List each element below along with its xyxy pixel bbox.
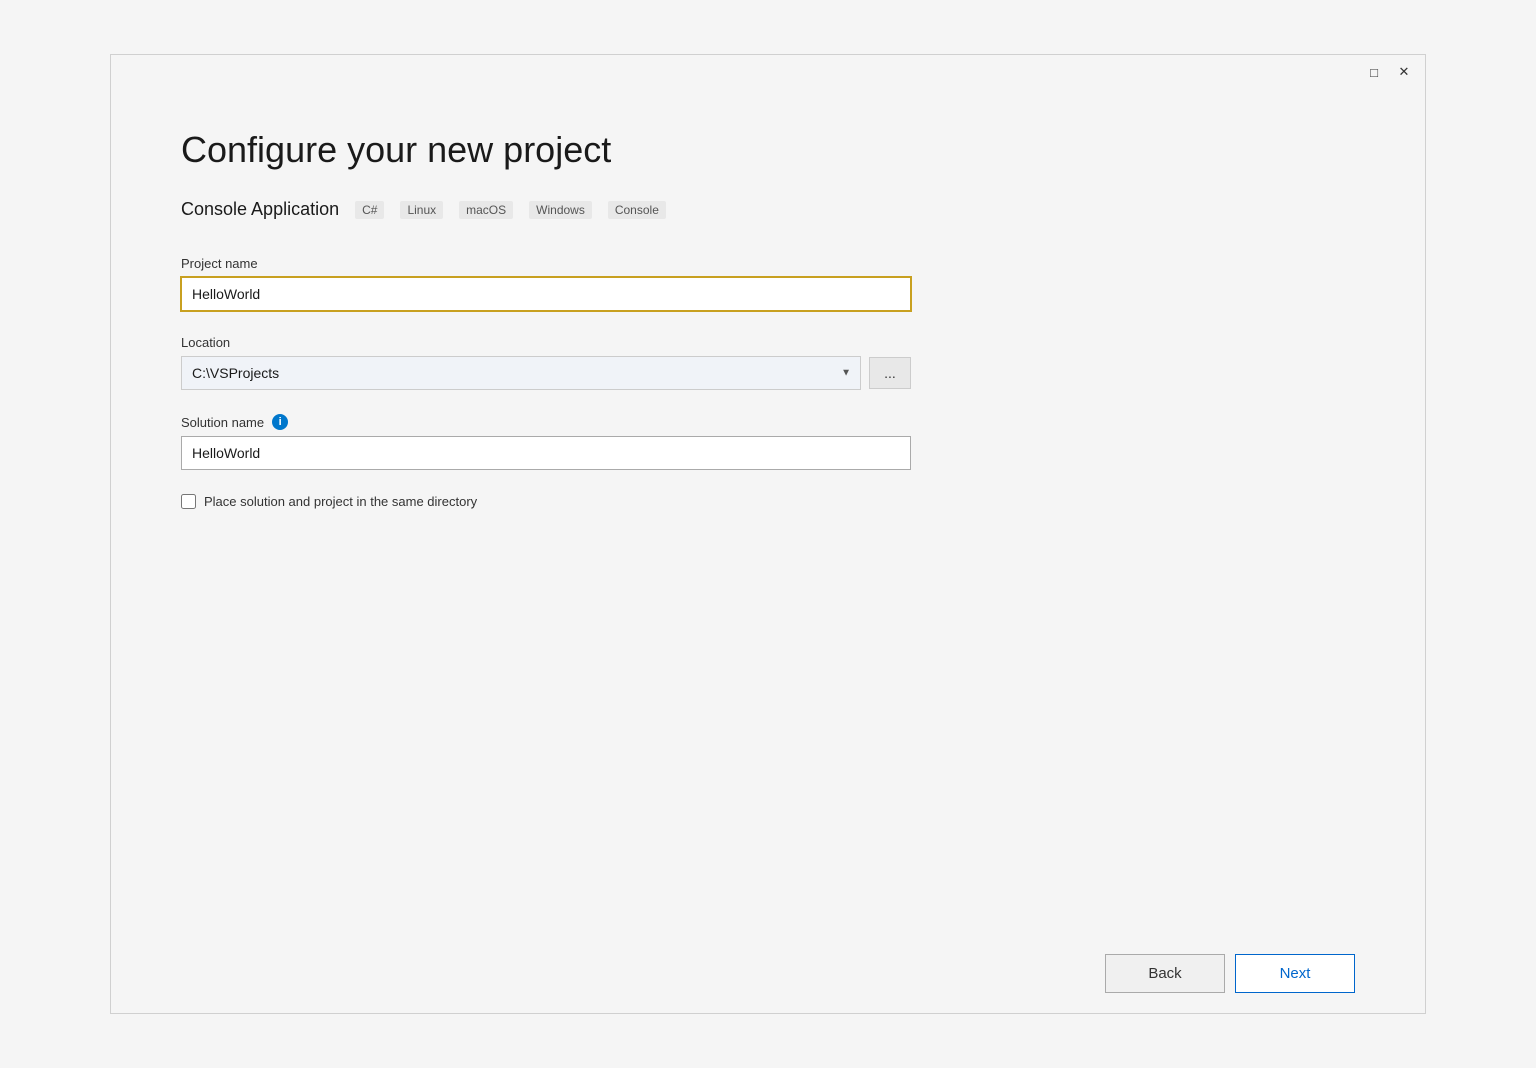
- tag-console: Console: [608, 201, 666, 219]
- location-label: Location: [181, 335, 911, 350]
- project-name-group: Project name: [181, 256, 911, 311]
- location-select-wrapper: C:\VSProjects ▼: [181, 356, 861, 390]
- location-select[interactable]: C:\VSProjects: [181, 356, 861, 390]
- next-button[interactable]: Next: [1235, 954, 1355, 993]
- solution-name-label-row: Solution name i: [181, 414, 911, 430]
- tag-linux: Linux: [400, 201, 443, 219]
- project-type-row: Console Application C# Linux macOS Windo…: [181, 199, 1355, 220]
- close-button[interactable]: [1395, 63, 1413, 81]
- main-window: Configure your new project Console Appli…: [110, 54, 1426, 1014]
- tag-windows: Windows: [529, 201, 592, 219]
- same-directory-checkbox[interactable]: [181, 494, 196, 509]
- form-section: Project name Location C:\VSProjects ▼ ..…: [181, 256, 911, 509]
- location-row: C:\VSProjects ▼ ...: [181, 356, 911, 390]
- project-type-name: Console Application: [181, 199, 339, 220]
- tag-macos: macOS: [459, 201, 513, 219]
- content-area: Configure your new project Console Appli…: [111, 89, 1425, 1007]
- title-bar: [111, 55, 1425, 89]
- location-group: Location C:\VSProjects ▼ ...: [181, 335, 911, 390]
- page-title: Configure your new project: [181, 129, 1355, 171]
- same-directory-label: Place solution and project in the same d…: [204, 494, 477, 509]
- solution-name-group: Solution name i: [181, 414, 911, 470]
- back-button[interactable]: Back: [1105, 954, 1225, 993]
- tag-csharp: C#: [355, 201, 384, 219]
- maximize-button[interactable]: [1365, 63, 1383, 81]
- project-name-input[interactable]: [181, 277, 911, 311]
- project-name-label: Project name: [181, 256, 911, 271]
- browse-button[interactable]: ...: [869, 357, 911, 389]
- solution-name-input[interactable]: [181, 436, 911, 470]
- info-icon: i: [272, 414, 288, 430]
- footer: Back Next: [111, 934, 1425, 1013]
- solution-name-label: Solution name: [181, 415, 264, 430]
- same-directory-row: Place solution and project in the same d…: [181, 494, 911, 509]
